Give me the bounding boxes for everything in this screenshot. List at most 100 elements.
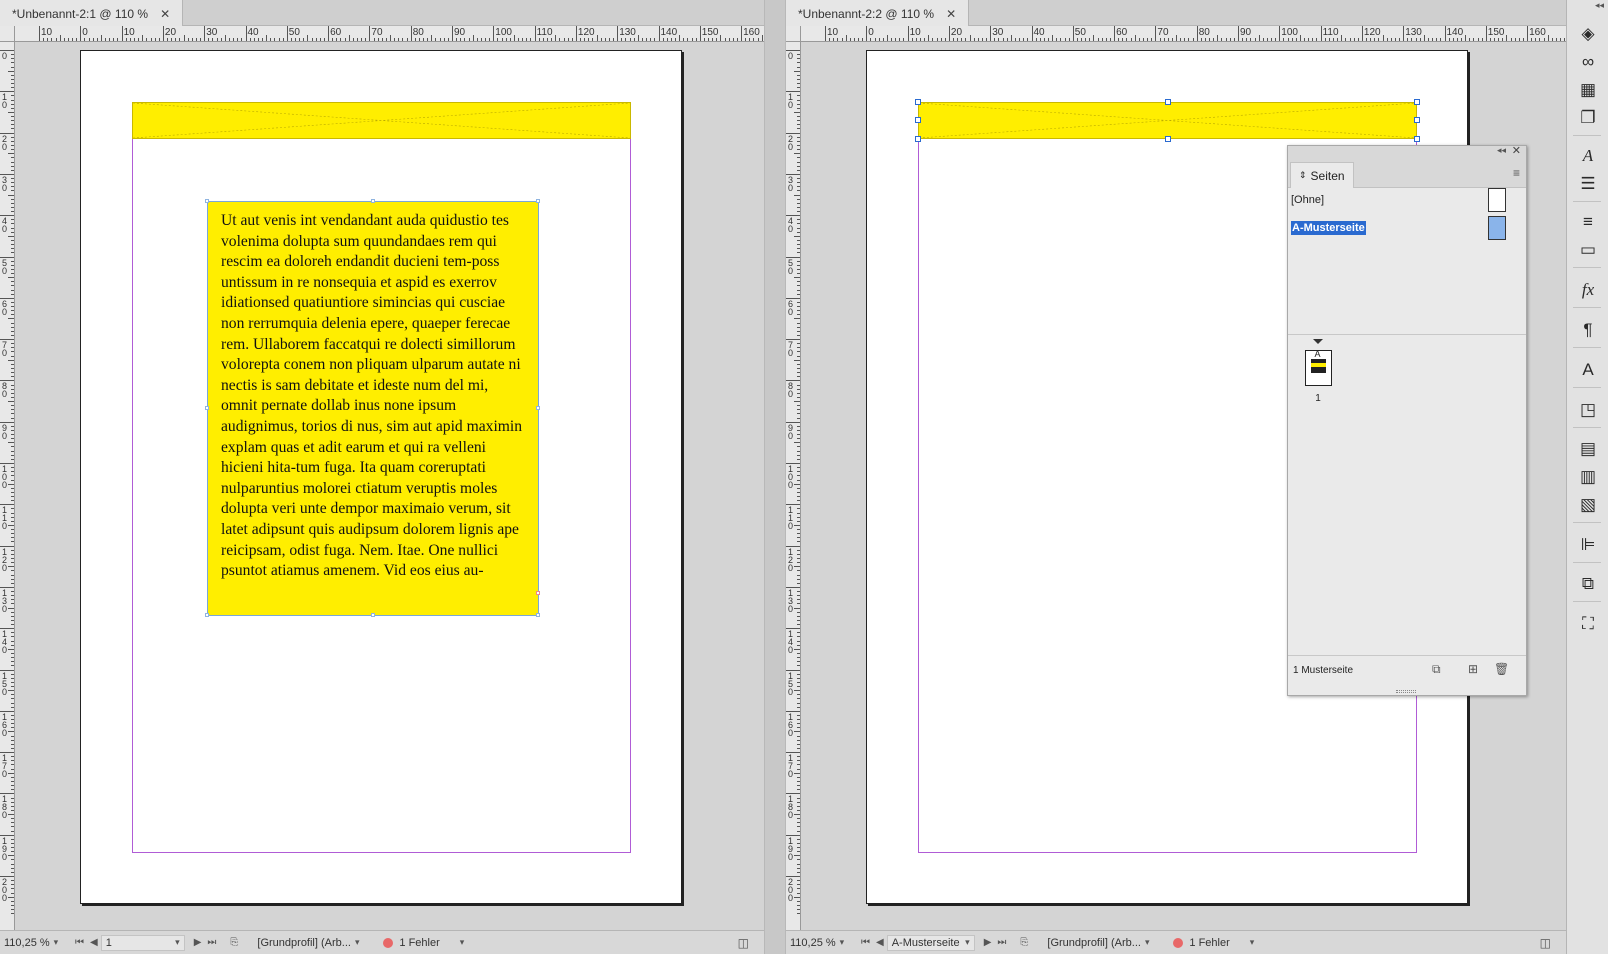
panel-divider[interactable]	[1288, 334, 1526, 335]
selection-handle[interactable]	[915, 117, 921, 123]
selection-handle[interactable]	[915, 99, 921, 105]
stroke-icon[interactable]: ≡	[1567, 208, 1608, 236]
vertical-ruler[interactable]: 0 10 20 30 40 50 60 70 80 90 100 110 120 130 140 150 160…	[0, 42, 15, 930]
frame-handle[interactable]	[205, 613, 209, 617]
delete-page-icon[interactable]: 🗑	[1494, 662, 1509, 676]
swatches-icon[interactable]: ▦	[1567, 76, 1608, 104]
pages-icon[interactable]: ❐	[1567, 104, 1608, 132]
ruler-label: 50	[2, 257, 8, 276]
selection-handle[interactable]	[915, 136, 921, 142]
ruler-minor-tick	[133, 38, 135, 41]
preflight-profile[interactable]: [Grundprofil] (Arb... ▾	[1043, 931, 1163, 954]
cell-styles-icon[interactable]: ▧	[1567, 491, 1608, 519]
ruler-minor-tick	[274, 38, 276, 41]
open-document-icon[interactable]: ⎘	[1017, 937, 1031, 948]
selection-handle[interactable]	[1414, 99, 1420, 105]
text-frame[interactable]: Ut aut venis int vendandant auda quidust…	[207, 201, 539, 616]
split-window-icon[interactable]: ◫	[735, 936, 752, 950]
ruler-label: 140	[1446, 27, 1464, 38]
last-page-icon[interactable]: ⏭	[994, 937, 1009, 948]
panel-menu-icon[interactable]: ≡	[1513, 166, 1520, 180]
last-page-icon[interactable]: ⏭	[204, 937, 219, 948]
horizontal-ruler[interactable]: 10 0 10 20 30 40 50 60 70 80 90 100 110 120 130 140 150 1…	[801, 26, 1566, 42]
paragraph-styles-icon[interactable]: ¶	[1567, 316, 1608, 344]
open-document-icon[interactable]: ⎘	[227, 937, 241, 948]
vertical-ruler[interactable]: 0 10 20 30 40 50 60 70 80 90 100 110 120 130 140 150 160…	[786, 42, 801, 930]
resize-grip[interactable]	[1396, 690, 1416, 693]
master-header-frame[interactable]	[918, 102, 1417, 139]
ruler-minor-tick	[797, 591, 800, 593]
frame-handle[interactable]	[536, 199, 540, 203]
align-icon[interactable]: ⊫	[1567, 531, 1608, 559]
close-icon[interactable]: ✕	[160, 7, 170, 21]
next-page-icon[interactable]: ▶	[191, 937, 205, 948]
preflight-profile[interactable]: [Grundprofil] (Arb... ▾	[253, 931, 373, 954]
prev-page-icon[interactable]: ◀	[873, 937, 887, 948]
layers-icon[interactable]: ◈	[1567, 20, 1608, 48]
pathfinder-icon[interactable]: ⧉	[1567, 570, 1608, 598]
ruler-minor-tick	[11, 244, 14, 246]
selection-handle[interactable]	[1414, 117, 1420, 123]
edit-page-size-icon[interactable]: ⧉	[1432, 662, 1441, 677]
ruler-minor-tick	[1494, 38, 1496, 41]
next-page-icon[interactable]: ▶	[981, 937, 995, 948]
expand-dock-icon[interactable]: ◂◂	[1595, 0, 1604, 11]
table-icon[interactable]: ▤	[1567, 435, 1608, 463]
document-tab[interactable]: *Unbenannt-2:2 @ 110 % ✕	[786, 0, 970, 27]
first-page-icon[interactable]: ⏮	[72, 937, 87, 948]
close-panel-icon[interactable]: ✕	[1512, 144, 1521, 157]
ruler-label: 40	[247, 27, 259, 38]
frame-handle[interactable]	[205, 406, 209, 410]
gradient-icon[interactable]: ▭	[1567, 236, 1608, 264]
split-window-icon[interactable]: ◫	[1537, 936, 1554, 950]
pasteboard[interactable]: Ut aut venis int vendandant auda quidust…	[16, 43, 764, 930]
frame-handle[interactable]	[371, 613, 375, 617]
links-icon[interactable]: ∞	[1567, 48, 1608, 76]
tab-pages[interactable]: ⇕ Seiten	[1290, 162, 1354, 188]
collapse-panel-icon[interactable]: ◂◂	[1497, 145, 1506, 156]
zoom-field[interactable]: 110,25 % ▾	[0, 931, 72, 954]
ruler-minor-tick	[278, 38, 280, 41]
selection-handle[interactable]	[1414, 136, 1420, 142]
paragraph-icon[interactable]: ☰	[1567, 170, 1608, 198]
page-item-1[interactable]: A 1	[1303, 339, 1333, 404]
selection-handle[interactable]	[1165, 99, 1171, 105]
document-page[interactable]: Ut aut venis int vendandant auda quidust…	[80, 50, 682, 904]
page-selector[interactable]: 1 ▾	[100, 934, 185, 951]
frame-handle[interactable]	[536, 613, 540, 617]
ruler-minor-tick	[509, 38, 511, 41]
ruler-label: 90	[454, 27, 466, 38]
table-styles-icon[interactable]: ▥	[1567, 463, 1608, 491]
new-page-icon[interactable]: ⊞	[1468, 662, 1478, 676]
transform-icon[interactable]: ⛶	[1567, 610, 1608, 638]
close-icon[interactable]: ✕	[946, 7, 956, 21]
master-item-none[interactable]: [Ohne]	[1288, 188, 1526, 212]
ruler-minor-tick	[348, 35, 350, 41]
ruler-origin[interactable]	[0, 26, 15, 42]
effects-icon[interactable]: fx	[1567, 276, 1608, 304]
first-page-icon[interactable]: ⏮	[858, 937, 873, 948]
tab-pages-label: Seiten	[1310, 168, 1345, 183]
frame-handle[interactable]	[536, 406, 540, 410]
error-indicator[interactable]: 1 Fehler ▾	[379, 931, 475, 954]
document-tab[interactable]: *Unbenannt-2:1 @ 110 % ✕	[0, 0, 184, 27]
master-header-frame[interactable]	[132, 102, 631, 139]
frame-handle[interactable]	[205, 199, 209, 203]
ruler-origin[interactable]	[786, 26, 801, 42]
ruler-minor-tick	[797, 450, 800, 452]
prev-page-icon[interactable]: ◀	[87, 937, 101, 948]
master-item-a[interactable]: A-Musterseite	[1288, 216, 1526, 240]
overset-text-icon[interactable]	[536, 591, 540, 595]
character-styles-2-icon[interactable]: A	[1567, 356, 1608, 384]
page-selector[interactable]: A-Musterseite ▾	[886, 934, 975, 951]
ruler-minor-tick	[11, 334, 14, 336]
panel-titlebar[interactable]: ◂◂ ✕	[1288, 144, 1526, 158]
character-styles-icon[interactable]: A	[1567, 142, 1608, 170]
zoom-field[interactable]: 110,25 % ▾	[786, 931, 858, 954]
horizontal-ruler[interactable]: 10 0 10 20 30 40 50 60 70 80 90 100 110 120 130 140 150 1…	[15, 26, 764, 42]
frame-handle[interactable]	[371, 199, 375, 203]
ruler-minor-tick	[11, 83, 14, 85]
error-indicator[interactable]: 1 Fehler ▾	[1169, 931, 1265, 954]
selection-handle[interactable]	[1165, 136, 1171, 142]
object-styles-icon[interactable]: ◳	[1567, 396, 1608, 424]
